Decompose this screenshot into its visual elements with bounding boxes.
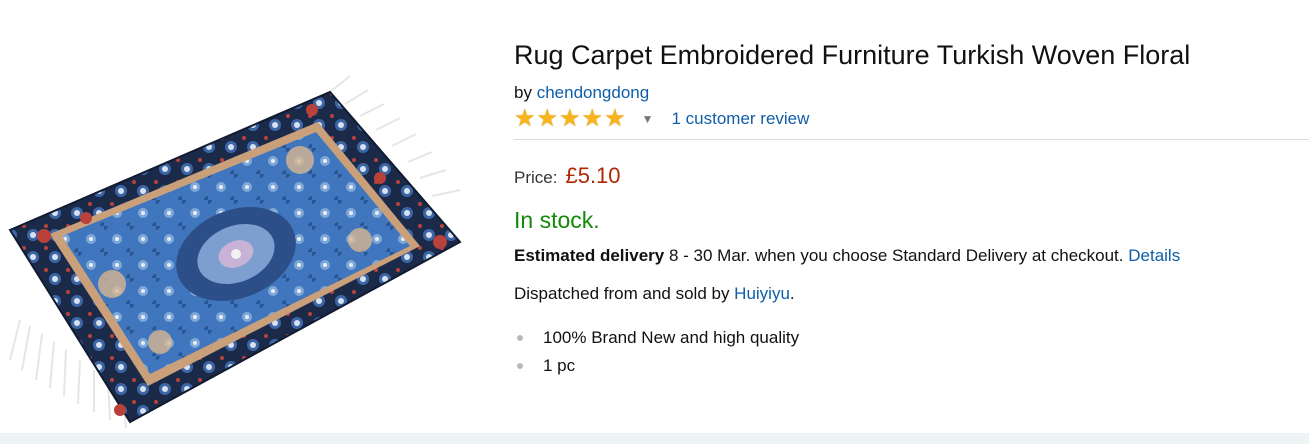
delivery-details-link[interactable]: Details [1128,246,1180,265]
star-rating[interactable]: ★ ★ ★ ★ ★ [514,107,626,131]
star-icon: ★ [514,105,536,132]
bullet-text: 100% Brand New and high quality [543,328,800,347]
delivery-label: Estimated delivery [514,246,665,265]
star-icon: ★ [581,105,604,132]
bullet-icon [517,335,523,341]
brand-link[interactable]: chendongdong [537,83,650,102]
estimated-delivery: Estimated delivery 8 - 30 Mar. when you … [514,246,1309,266]
availability-status: In stock. [514,207,600,233]
star-icon: ★ [559,105,581,132]
price-value: £5.10 [565,163,621,188]
seller-link[interactable]: Huiyiyu [734,284,790,303]
divider [514,139,1309,140]
customer-reviews-link[interactable]: 1 customer review [671,109,809,129]
product-details: Rug Carpet Embroidered Furniture Turkish… [514,36,1309,382]
delivery-text: 8 - 30 Mar. when you choose Standard Del… [664,246,1129,265]
price-label: Price: [514,168,558,187]
product-image[interactable] [0,70,480,435]
by-prefix: by [514,83,532,102]
rating-row: ★ ★ ★ ★ ★ ▼ 1 customer review [514,107,1309,131]
dispatch-prefix: Dispatched from and sold by [514,284,735,303]
bullet-icon [517,363,523,369]
star-icon: ★ [604,105,626,132]
caret-down-icon[interactable]: ▼ [642,107,654,131]
feature-bullets: 100% Brand New and high quality 1 pc [514,326,1309,378]
list-item: 1 pc [514,354,1309,378]
bullet-text: 1 pc [543,356,576,375]
product-title: Rug Carpet Embroidered Furniture Turkish… [514,40,1191,70]
footer-band [0,433,1309,444]
price-row: Price: £5.10 [514,163,1309,189]
dispatch-suffix: . [789,284,795,303]
list-item: 100% Brand New and high quality [514,326,1309,350]
star-icon: ★ [536,105,559,132]
byline: by chendongdong [514,82,1309,104]
rug-image [8,75,462,429]
dispatch-info: Dispatched from and sold by Huiyiyu. [514,284,1309,304]
